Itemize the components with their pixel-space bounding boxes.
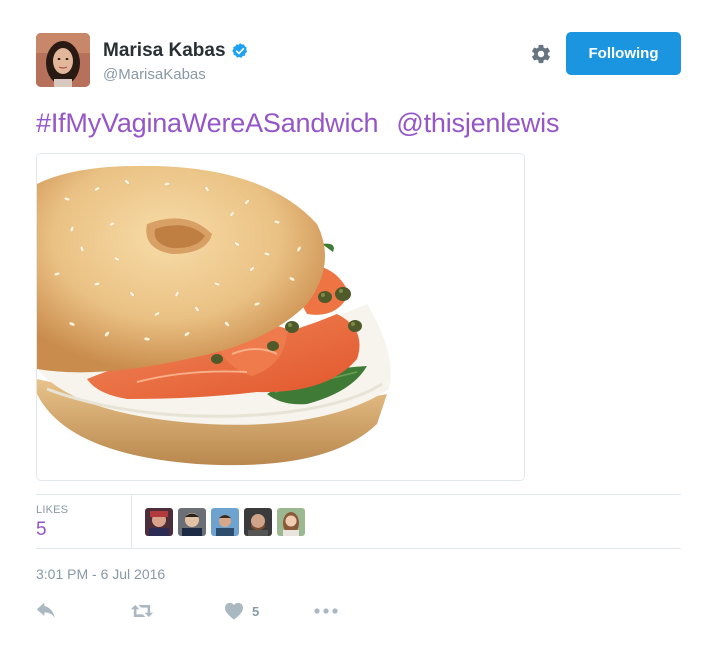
liker-avatar[interactable] bbox=[244, 508, 272, 536]
retweet-action[interactable] bbox=[130, 600, 154, 622]
liker-avatar[interactable] bbox=[145, 508, 173, 536]
stats-vertical-divider bbox=[131, 494, 132, 548]
author-display-name[interactable]: Marisa Kabas bbox=[103, 40, 226, 62]
tweet-timestamp[interactable]: 3:01 PM - 6 Jul 2016 bbox=[36, 566, 165, 582]
tweet-text: #IfMyVaginaWereASandwich @thisjenlewis bbox=[36, 106, 559, 140]
hashtag-link[interactable]: #IfMyVaginaWereASandwich bbox=[36, 108, 379, 138]
heart-icon[interactable] bbox=[224, 602, 244, 620]
verified-badge-icon bbox=[231, 43, 247, 58]
more-action[interactable] bbox=[314, 600, 338, 622]
more-icon[interactable] bbox=[314, 608, 338, 614]
likes-label[interactable]: LIKES bbox=[36, 504, 68, 516]
author-name[interactable]: Marisa Kabas bbox=[103, 40, 249, 62]
liker-avatar[interactable] bbox=[211, 508, 239, 536]
tweet-media-image[interactable] bbox=[36, 153, 525, 481]
likes-count[interactable]: 5 bbox=[36, 519, 47, 541]
retweet-icon[interactable] bbox=[130, 602, 154, 620]
liker-avatar[interactable] bbox=[277, 508, 305, 536]
stats-bottom-divider bbox=[36, 548, 681, 549]
reply-action[interactable] bbox=[36, 600, 56, 622]
stats-top-divider bbox=[36, 494, 681, 495]
reply-icon[interactable] bbox=[36, 602, 56, 620]
like-action[interactable]: 5 bbox=[224, 600, 259, 622]
bagel-image bbox=[37, 154, 524, 480]
gear-icon[interactable] bbox=[530, 43, 552, 65]
author-avatar[interactable] bbox=[36, 33, 90, 87]
liker-avatar[interactable] bbox=[178, 508, 206, 536]
mention-link[interactable]: @thisjenlewis bbox=[396, 108, 559, 138]
following-button[interactable]: Following bbox=[566, 32, 681, 75]
author-handle[interactable]: @MarisaKabas bbox=[103, 66, 206, 84]
like-count: 5 bbox=[252, 603, 260, 619]
